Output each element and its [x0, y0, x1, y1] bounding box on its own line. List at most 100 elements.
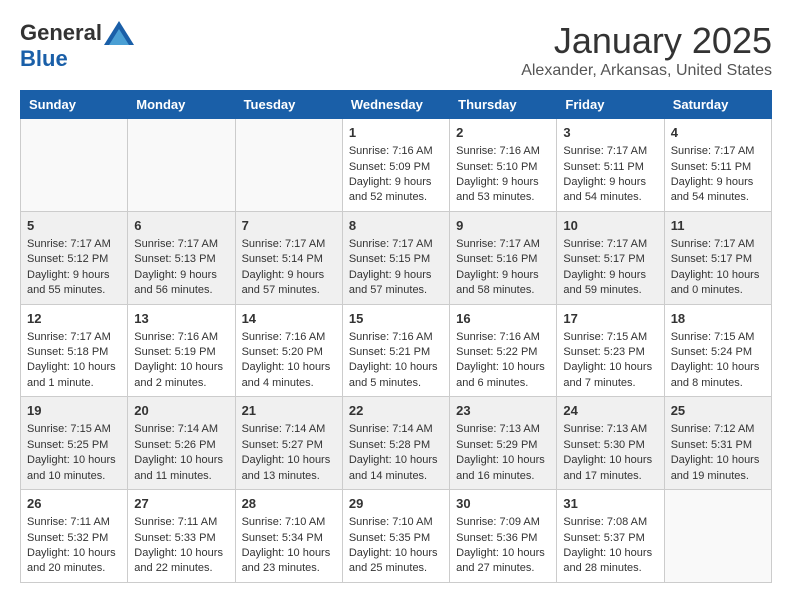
day-info: Sunrise: 7:14 AM Sunset: 5:26 PM Dayligh…: [134, 422, 228, 484]
weekday-header-monday: Monday: [128, 91, 235, 119]
weekday-header-thursday: Thursday: [450, 91, 557, 119]
logo: General Blue: [20, 20, 134, 72]
calendar-cell: 20 Sunrise: 7:14 AM Sunset: 5:26 PM Dayli…: [128, 397, 235, 490]
day-number: 28: [242, 495, 336, 513]
calendar-cell: 30Sunrise: 7:09 AM Sunset: 5:36 PM Dayli…: [450, 490, 557, 583]
day-info: Sunrise: 7:17 AM Sunset: 5:15 PM Dayligh…: [349, 237, 443, 299]
calendar-cell: 17Sunrise: 7:15 AM Sunset: 5:23 PM Dayli…: [557, 304, 664, 397]
day-number: 25: [671, 402, 765, 420]
day-number: 11: [671, 217, 765, 235]
day-info: Sunrise: 7:16 AM Sunset: 5:20 PM Dayligh…: [242, 330, 336, 392]
day-info: Sunrise: 7:17 AM Sunset: 5:11 PM Dayligh…: [563, 144, 657, 206]
calendar-cell: 29Sunrise: 7:10 AM Sunset: 5:35 PM Dayli…: [342, 490, 449, 583]
day-info: Sunrise: 7:15 AM Sunset: 5:25 PM Dayligh…: [27, 422, 121, 484]
calendar-week-row: 26 Sunrise: 7:11 AM Sunset: 5:32 PM Dayli…: [21, 490, 772, 583]
calendar-cell: 10Sunrise: 7:17 AM Sunset: 5:17 PM Dayli…: [557, 211, 664, 304]
day-info: Sunrise: 7:13 AM Sunset: 5:29 PM Dayligh…: [456, 422, 550, 484]
day-info: Sunrise: 7:17 AM Sunset: 5:16 PM Dayligh…: [456, 237, 550, 299]
calendar-cell: 7 Sunrise: 7:17 AM Sunset: 5:14 PM Daylig…: [235, 211, 342, 304]
logo-general-text: General: [20, 20, 102, 46]
day-number: 20: [134, 402, 228, 420]
weekday-header-saturday: Saturday: [664, 91, 771, 119]
day-info: Sunrise: 7:17 AM Sunset: 5:12 PM Dayligh…: [27, 237, 121, 299]
calendar-cell: 24Sunrise: 7:13 AM Sunset: 5:30 PM Dayli…: [557, 397, 664, 490]
day-info: Sunrise: 7:16 AM Sunset: 5:21 PM Dayligh…: [349, 330, 443, 392]
day-number: 19: [27, 402, 121, 420]
calendar-week-row: 1 Sunrise: 7:16 AM Sunset: 5:09 PM Daylig…: [21, 119, 772, 212]
day-info: Sunrise: 7:16 AM Sunset: 5:09 PM Dayligh…: [349, 144, 443, 206]
calendar-cell: 3 Sunrise: 7:17 AM Sunset: 5:11 PM Daylig…: [557, 119, 664, 212]
day-number: 31: [563, 495, 657, 513]
day-number: 13: [134, 310, 228, 328]
day-info: Sunrise: 7:12 AM Sunset: 5:31 PM Dayligh…: [671, 422, 765, 484]
calendar-week-row: 19 Sunrise: 7:15 AM Sunset: 5:25 PM Dayli…: [21, 397, 772, 490]
title-section: January 2025 Alexander, Arkansas, United…: [521, 20, 772, 80]
day-number: 12: [27, 310, 121, 328]
calendar-cell: [21, 119, 128, 212]
page-header: General Blue January 2025 Alexander, Ark…: [20, 20, 772, 80]
calendar-cell: 22 Sunrise: 7:14 AM Sunset: 5:28 PM Dayli…: [342, 397, 449, 490]
day-number: 24: [563, 402, 657, 420]
calendar-cell: 8 Sunrise: 7:17 AM Sunset: 5:15 PM Daylig…: [342, 211, 449, 304]
calendar-cell: 9 Sunrise: 7:17 AM Sunset: 5:16 PM Daylig…: [450, 211, 557, 304]
day-number: 1: [349, 124, 443, 142]
day-info: Sunrise: 7:11 AM Sunset: 5:32 PM Dayligh…: [27, 515, 121, 577]
calendar-cell: [664, 490, 771, 583]
day-number: 22: [349, 402, 443, 420]
day-number: 27: [134, 495, 228, 513]
day-number: 8: [349, 217, 443, 235]
month-title: January 2025: [521, 20, 772, 62]
day-number: 16: [456, 310, 550, 328]
calendar-cell: 19 Sunrise: 7:15 AM Sunset: 5:25 PM Dayli…: [21, 397, 128, 490]
calendar-cell: 21 Sunrise: 7:14 AM Sunset: 5:27 PM Dayli…: [235, 397, 342, 490]
calendar-cell: 25 Sunrise: 7:12 AM Sunset: 5:31 PM Dayli…: [664, 397, 771, 490]
calendar-cell: 14 Sunrise: 7:16 AM Sunset: 5:20 PM Dayli…: [235, 304, 342, 397]
day-number: 15: [349, 310, 443, 328]
weekday-header-friday: Friday: [557, 91, 664, 119]
day-info: Sunrise: 7:17 AM Sunset: 5:11 PM Dayligh…: [671, 144, 765, 206]
location: Alexander, Arkansas, United States: [521, 62, 772, 80]
day-info: Sunrise: 7:16 AM Sunset: 5:10 PM Dayligh…: [456, 144, 550, 206]
day-info: Sunrise: 7:09 AM Sunset: 5:36 PM Dayligh…: [456, 515, 550, 577]
day-number: 18: [671, 310, 765, 328]
day-info: Sunrise: 7:15 AM Sunset: 5:24 PM Dayligh…: [671, 330, 765, 392]
day-info: Sunrise: 7:10 AM Sunset: 5:34 PM Dayligh…: [242, 515, 336, 577]
day-number: 5: [27, 217, 121, 235]
day-info: Sunrise: 7:17 AM Sunset: 5:14 PM Dayligh…: [242, 237, 336, 299]
weekday-header-row: SundayMondayTuesdayWednesdayThursdayFrid…: [21, 91, 772, 119]
calendar-cell: 12Sunrise: 7:17 AM Sunset: 5:18 PM Dayli…: [21, 304, 128, 397]
day-number: 26: [27, 495, 121, 513]
calendar-cell: 26 Sunrise: 7:11 AM Sunset: 5:32 PM Dayli…: [21, 490, 128, 583]
calendar-cell: 15 Sunrise: 7:16 AM Sunset: 5:21 PM Dayli…: [342, 304, 449, 397]
calendar-cell: [235, 119, 342, 212]
day-number: 29: [349, 495, 443, 513]
logo-icon: [104, 21, 134, 45]
weekday-header-tuesday: Tuesday: [235, 91, 342, 119]
day-number: 7: [242, 217, 336, 235]
weekday-header-sunday: Sunday: [21, 91, 128, 119]
day-info: Sunrise: 7:14 AM Sunset: 5:28 PM Dayligh…: [349, 422, 443, 484]
day-info: Sunrise: 7:11 AM Sunset: 5:33 PM Dayligh…: [134, 515, 228, 577]
day-info: Sunrise: 7:14 AM Sunset: 5:27 PM Dayligh…: [242, 422, 336, 484]
day-info: Sunrise: 7:17 AM Sunset: 5:13 PM Dayligh…: [134, 237, 228, 299]
day-number: 3: [563, 124, 657, 142]
day-number: 9: [456, 217, 550, 235]
day-info: Sunrise: 7:08 AM Sunset: 5:37 PM Dayligh…: [563, 515, 657, 577]
calendar-cell: 27 Sunrise: 7:11 AM Sunset: 5:33 PM Dayli…: [128, 490, 235, 583]
logo-blue-text: Blue: [20, 46, 68, 72]
weekday-header-wednesday: Wednesday: [342, 91, 449, 119]
calendar: SundayMondayTuesdayWednesdayThursdayFrid…: [20, 90, 772, 583]
calendar-cell: 16Sunrise: 7:16 AM Sunset: 5:22 PM Dayli…: [450, 304, 557, 397]
day-number: 2: [456, 124, 550, 142]
calendar-cell: [128, 119, 235, 212]
calendar-cell: 13Sunrise: 7:16 AM Sunset: 5:19 PM Dayli…: [128, 304, 235, 397]
calendar-week-row: 12Sunrise: 7:17 AM Sunset: 5:18 PM Dayli…: [21, 304, 772, 397]
calendar-cell: 28 Sunrise: 7:10 AM Sunset: 5:34 PM Dayli…: [235, 490, 342, 583]
calendar-cell: 1 Sunrise: 7:16 AM Sunset: 5:09 PM Daylig…: [342, 119, 449, 212]
day-info: Sunrise: 7:17 AM Sunset: 5:17 PM Dayligh…: [563, 237, 657, 299]
day-number: 14: [242, 310, 336, 328]
calendar-cell: 6Sunrise: 7:17 AM Sunset: 5:13 PM Daylig…: [128, 211, 235, 304]
day-number: 17: [563, 310, 657, 328]
day-number: 21: [242, 402, 336, 420]
calendar-cell: 18 Sunrise: 7:15 AM Sunset: 5:24 PM Dayli…: [664, 304, 771, 397]
